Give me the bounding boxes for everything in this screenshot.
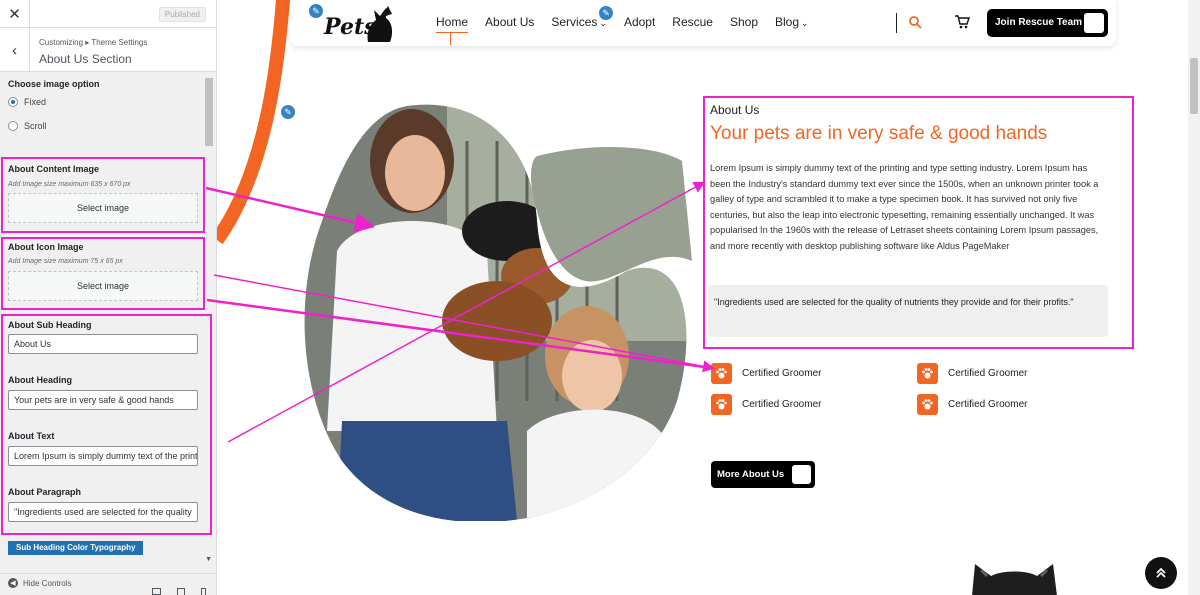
close-icon[interactable]: ✕ xyxy=(0,0,30,28)
sub-heading-typography-button[interactable]: Sub Heading Color Typography xyxy=(8,541,144,555)
feature-label: Certified Groomer xyxy=(742,368,822,379)
sub-heading-input[interactable]: About Us xyxy=(8,334,198,354)
customizer-topbar: ✕ Published xyxy=(0,0,216,28)
breadcrumb: Customizing ▸ Theme Settings xyxy=(39,38,148,47)
image-option-label: Choose image option xyxy=(8,79,100,89)
feature-item: Certified Groomer xyxy=(711,363,821,384)
customizer-footer: ◀ Hide Controls xyxy=(0,573,216,595)
more-about-us-label: More About Us xyxy=(717,469,785,480)
sidebar-scrollbar[interactable] xyxy=(205,78,213,146)
menu-rescue[interactable]: Rescue xyxy=(672,15,713,29)
button-square-icon xyxy=(792,465,811,484)
dog-cat-silhouette-icon xyxy=(367,6,393,42)
radio-fixed[interactable]: Fixed xyxy=(8,97,46,107)
menu-services-label: Services xyxy=(551,15,598,29)
join-rescue-team-button[interactable]: Join Rescue Team xyxy=(987,9,1108,37)
radio-fixed-label: Fixed xyxy=(24,97,47,107)
join-rescue-team-label: Join Rescue Team xyxy=(995,17,1083,28)
feature-item: Certified Groomer xyxy=(917,394,1027,415)
more-about-us-button[interactable]: More About Us xyxy=(711,461,815,488)
icon-image-hint: Add Image size maximum 75 x 65 px xyxy=(8,258,123,265)
menu-blog-label: Blog xyxy=(775,15,800,29)
sub-heading-label: About Sub Heading xyxy=(8,320,92,330)
icon-image-label: About Icon Image xyxy=(8,242,84,252)
menu-about-us[interactable]: About Us xyxy=(485,15,534,29)
about-paragraph-quote: "Ingredients used are selected for the q… xyxy=(708,285,1108,337)
edit-logo-pencil-icon[interactable]: ✎ xyxy=(307,2,325,20)
content-image-hint: Add Image size maximum 635 x 670 px xyxy=(8,181,131,188)
site-navbar: Pets Home About Us Services ⌄ Adopt Rescu… xyxy=(290,0,1116,46)
back-icon[interactable]: ‹ xyxy=(0,28,30,72)
radio-scroll-label: Scroll xyxy=(24,121,47,131)
section-title: About Us Section xyxy=(39,52,132,66)
page-scrollbar-thumb[interactable] xyxy=(1190,58,1198,114)
scroll-down-icon[interactable]: ▼ xyxy=(205,556,212,563)
menu-blog[interactable]: Blog ⌄ xyxy=(775,15,809,29)
about-heading: Your pets are in very safe & good hands xyxy=(710,123,1048,144)
select-icon-image-button[interactable]: Select image xyxy=(8,271,198,301)
about-text: Lorem Ipsum is simply dummy text of the … xyxy=(710,163,1099,251)
paw-icon xyxy=(711,394,732,415)
radio-fixed-input[interactable] xyxy=(8,97,18,107)
edit-about-pencil-icon[interactable]: ✎ xyxy=(279,103,297,121)
chevron-double-up-icon xyxy=(1156,567,1166,578)
customizer-sidebar: ✕ Published ‹ Customizing ▸ Theme Settin… xyxy=(0,0,217,595)
text-input[interactable]: Lorem Ipsum is simply dummy text of the … xyxy=(8,446,198,466)
button-square-icon xyxy=(1084,13,1104,33)
edit-menu-pencil-icon[interactable]: ✎ xyxy=(597,4,615,22)
feature-label: Certified Groomer xyxy=(948,368,1028,379)
menu-home[interactable]: Home xyxy=(436,15,469,33)
hide-controls-label: Hide Controls xyxy=(23,578,72,588)
feature-item: Certified Groomer xyxy=(917,363,1027,384)
cart-icon[interactable] xyxy=(954,14,970,30)
menu-shop[interactable]: Shop xyxy=(730,15,758,29)
feature-item: Certified Groomer xyxy=(711,394,821,415)
content-image-label: About Content Image xyxy=(8,164,99,174)
paw-icon xyxy=(917,363,938,384)
decorative-orange-arc xyxy=(217,0,291,245)
section-header: ‹ Customizing ▸ Theme Settings About Us … xyxy=(0,28,216,72)
main-menu: Home About Us Services ⌄ Adopt Rescue Sho… xyxy=(436,15,826,33)
radio-scroll[interactable]: Scroll xyxy=(8,121,47,131)
paragraph-label: About Paragraph xyxy=(8,487,82,497)
paw-icon xyxy=(917,394,938,415)
search-icon[interactable] xyxy=(908,15,922,29)
heading-input[interactable]: Your pets are in very safe & good hands xyxy=(8,390,198,410)
page-scrollbar[interactable] xyxy=(1188,0,1200,595)
device-preview-buttons xyxy=(152,588,206,595)
published-button[interactable]: Published xyxy=(158,7,206,22)
paw-icon xyxy=(711,363,732,384)
feature-label: Certified Groomer xyxy=(742,399,822,410)
active-menu-indicator xyxy=(450,33,451,45)
desktop-icon[interactable] xyxy=(152,588,161,595)
select-content-image-button[interactable]: Select image xyxy=(8,193,198,223)
collapse-icon: ◀ xyxy=(8,578,18,588)
chevron-down-icon: ⌄ xyxy=(801,18,809,28)
feature-label: Certified Groomer xyxy=(948,399,1028,410)
menu-adopt[interactable]: Adopt xyxy=(624,15,655,29)
hide-controls-button[interactable]: ◀ Hide Controls xyxy=(8,578,71,588)
radio-scroll-input[interactable] xyxy=(8,121,18,131)
back-to-top-button[interactable] xyxy=(1145,557,1177,589)
about-content-image xyxy=(304,104,692,521)
heading-label: About Heading xyxy=(8,375,72,385)
site-preview: Pets Home About Us Services ⌄ Adopt Rescu… xyxy=(217,0,1188,595)
site-logo[interactable]: Pets xyxy=(324,4,396,44)
about-sub-heading: About Us xyxy=(710,103,760,117)
tablet-icon[interactable] xyxy=(177,588,185,595)
paragraph-input[interactable]: "Ingredients used are selected for the q… xyxy=(8,502,198,522)
text-label: About Text xyxy=(8,431,55,441)
bulldog-image xyxy=(972,564,1057,595)
nav-divider xyxy=(896,13,897,33)
mobile-icon[interactable] xyxy=(201,588,206,595)
